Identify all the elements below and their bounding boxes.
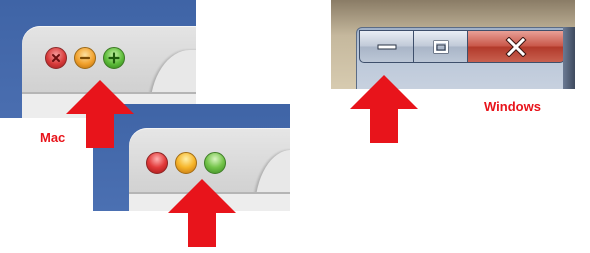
mac-close-button-hover[interactable] xyxy=(45,47,67,69)
mac-close-button[interactable] xyxy=(146,152,168,174)
red-up-arrow-icon xyxy=(66,80,134,148)
mac-label: Mac xyxy=(40,130,66,145)
mac-zoom-button[interactable] xyxy=(204,152,226,174)
red-up-arrow-icon xyxy=(168,179,236,247)
windows-caption-buttons xyxy=(359,30,565,64)
minimize-dash-icon xyxy=(377,44,396,49)
windows-label: Windows xyxy=(484,99,541,114)
maximize-square-icon xyxy=(433,40,448,53)
mac-minimize-button-hover[interactable] xyxy=(74,47,96,69)
plus-icon xyxy=(108,52,120,64)
x-icon xyxy=(52,54,60,62)
x-icon xyxy=(505,36,527,57)
windows-frame-edge xyxy=(563,27,575,89)
windows-close-button[interactable] xyxy=(467,30,565,63)
red-up-arrow-icon xyxy=(350,75,418,143)
mac-zoom-button-hover[interactable] xyxy=(103,47,125,69)
minus-icon xyxy=(79,56,91,60)
windows-maximize-button[interactable] xyxy=(413,30,467,63)
windows-minimize-button[interactable] xyxy=(359,30,413,63)
mac-minimize-button[interactable] xyxy=(175,152,197,174)
